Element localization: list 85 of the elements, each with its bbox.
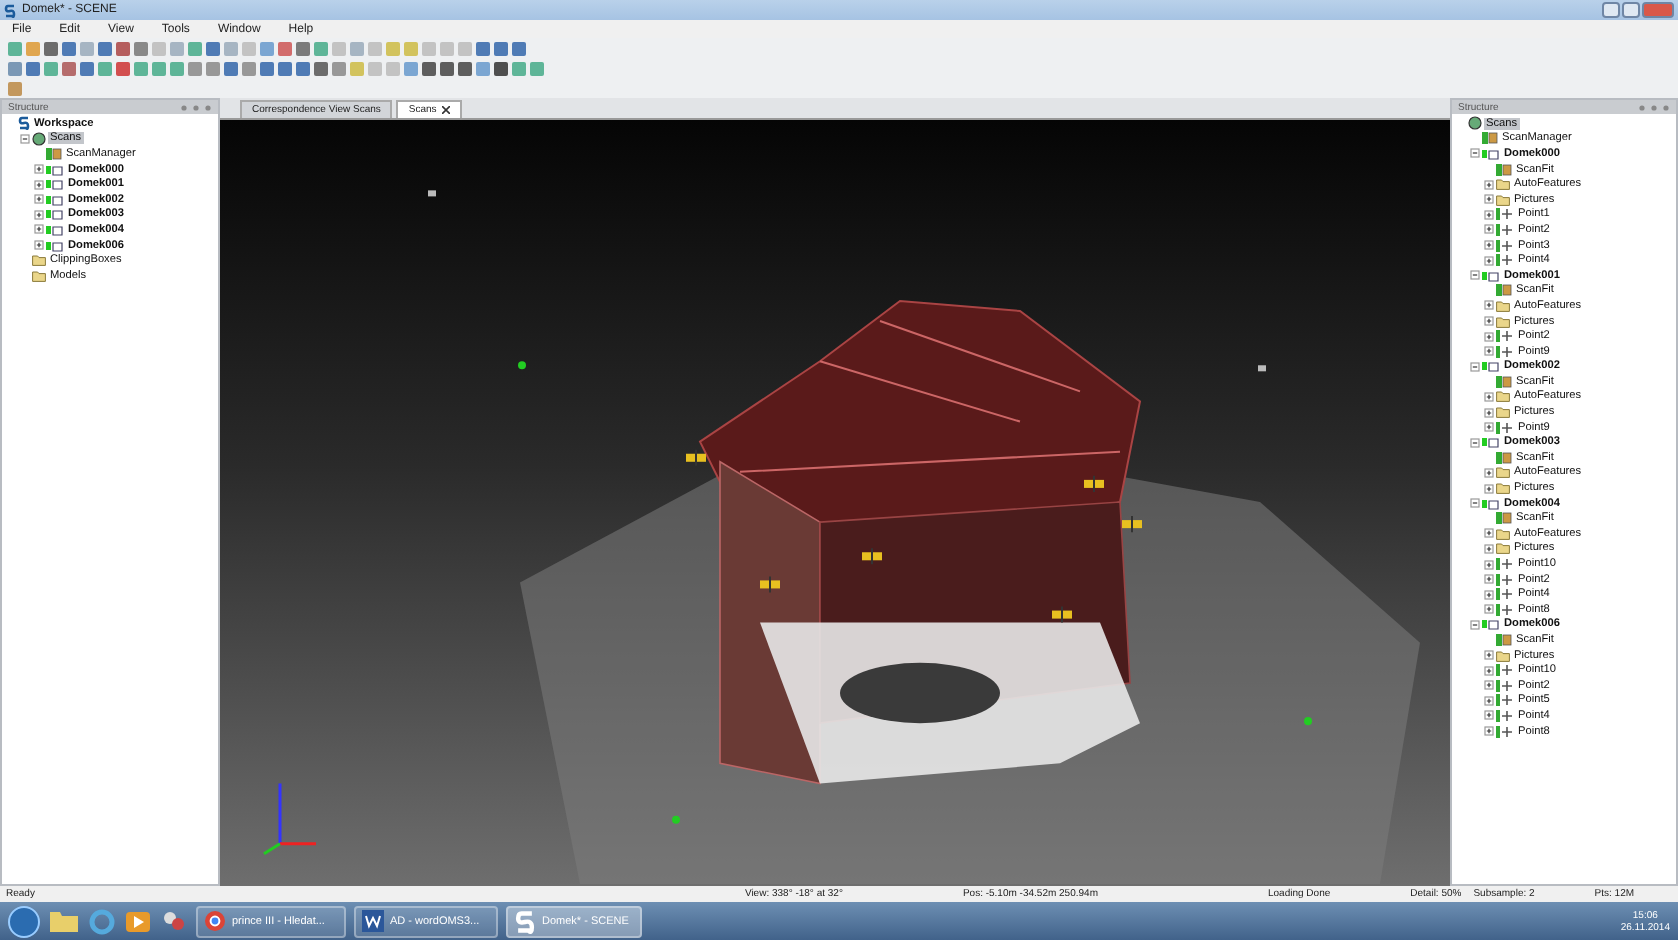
scan-icon [1482,436,1500,449]
start-button-icon[interactable] [8,905,40,937]
target-marker-icon[interactable] [686,449,706,466]
collapse-icon[interactable] [1470,498,1480,509]
expand-icon[interactable] [1484,726,1494,737]
expand-icon[interactable] [1484,224,1494,235]
expand-icon[interactable] [1484,179,1494,190]
target-marker-icon[interactable] [760,576,780,593]
panel-controls-icon[interactable] [180,103,212,111]
browser-icon [204,910,226,932]
scan-icon [1482,269,1500,282]
expand-icon[interactable] [1484,589,1494,600]
globe-icon [1468,116,1482,131]
scan-icon [1482,618,1500,631]
expand-icon[interactable] [1484,467,1494,478]
collapse-icon[interactable] [1470,270,1480,281]
expand-icon[interactable] [1484,483,1494,494]
maximize-button[interactable] [1622,2,1640,18]
scene-logo-icon [514,909,536,933]
expand-icon[interactable] [1484,422,1494,433]
document-icon [362,910,384,932]
expand-icon[interactable] [34,224,44,235]
collapse-icon[interactable] [20,133,30,144]
expand-icon[interactable] [1484,255,1494,266]
target-marker-icon[interactable] [1084,475,1104,492]
expand-icon[interactable] [1484,559,1494,570]
media-player-icon[interactable] [124,907,152,935]
close-icon[interactable] [442,106,451,114]
people-icon[interactable] [160,907,188,935]
scene-logo-icon [18,116,30,131]
folder-icon[interactable] [48,908,80,934]
scan-icon [1482,497,1500,510]
scanner-icon [1496,163,1512,176]
expand-icon[interactable] [1484,391,1494,402]
expand-icon[interactable] [1484,300,1494,311]
scanner-icon [1496,451,1512,464]
expand-icon[interactable] [1484,574,1494,585]
scene-logo-icon [4,3,16,17]
expand-icon[interactable] [34,209,44,220]
collapse-icon[interactable] [1470,619,1480,630]
minimize-button[interactable] [1602,2,1620,18]
folder-icon [1496,649,1510,662]
expand-icon[interactable] [1484,346,1494,357]
scanner-icon [1496,284,1512,297]
expand-icon[interactable] [34,240,44,251]
scanner-marker-icon[interactable] [428,190,436,197]
expand-icon[interactable] [34,194,44,205]
panel-controls-icon[interactable] [1638,103,1670,111]
expand-icon[interactable] [1484,650,1494,661]
expand-icon[interactable] [1484,604,1494,615]
target-marker-icon[interactable] [1122,516,1142,533]
scanner-marker-icon[interactable] [1258,365,1266,372]
collapse-icon[interactable] [1470,361,1480,372]
expand-icon[interactable] [1484,543,1494,554]
expand-icon[interactable] [1484,209,1494,220]
scan-icon [1482,360,1500,373]
scan-position-icon[interactable] [518,361,526,370]
3d-viewport[interactable] [220,120,1450,886]
scanner-icon [1496,633,1512,646]
globe-icon [32,131,46,146]
scanner-icon [1496,375,1512,388]
target-marker-icon[interactable] [862,548,882,565]
expand-icon[interactable] [1484,665,1494,676]
expand-icon[interactable] [1484,194,1494,205]
expand-icon[interactable] [1484,528,1494,539]
scan-icon [1482,147,1500,160]
target-marker-icon[interactable] [1052,606,1072,623]
expand-icon[interactable] [34,179,44,190]
expand-icon[interactable] [1484,407,1494,418]
scan-icon [46,239,64,252]
axis-triad-icon [263,783,316,856]
collapse-icon[interactable] [1470,148,1480,159]
expand-icon[interactable] [34,164,44,175]
expand-icon[interactable] [1484,695,1494,706]
collapse-icon[interactable] [1470,437,1480,448]
expand-icon[interactable] [1484,331,1494,342]
target-point-icon [1496,421,1514,434]
target-point-icon [1496,725,1514,738]
scanner-icon [46,147,62,160]
scanner-icon [1482,132,1498,145]
expand-icon[interactable] [1484,680,1494,691]
expand-icon[interactable] [1484,240,1494,251]
expand-icon[interactable] [1484,316,1494,327]
scanner-icon [1496,512,1512,525]
expand-icon[interactable] [1484,710,1494,721]
